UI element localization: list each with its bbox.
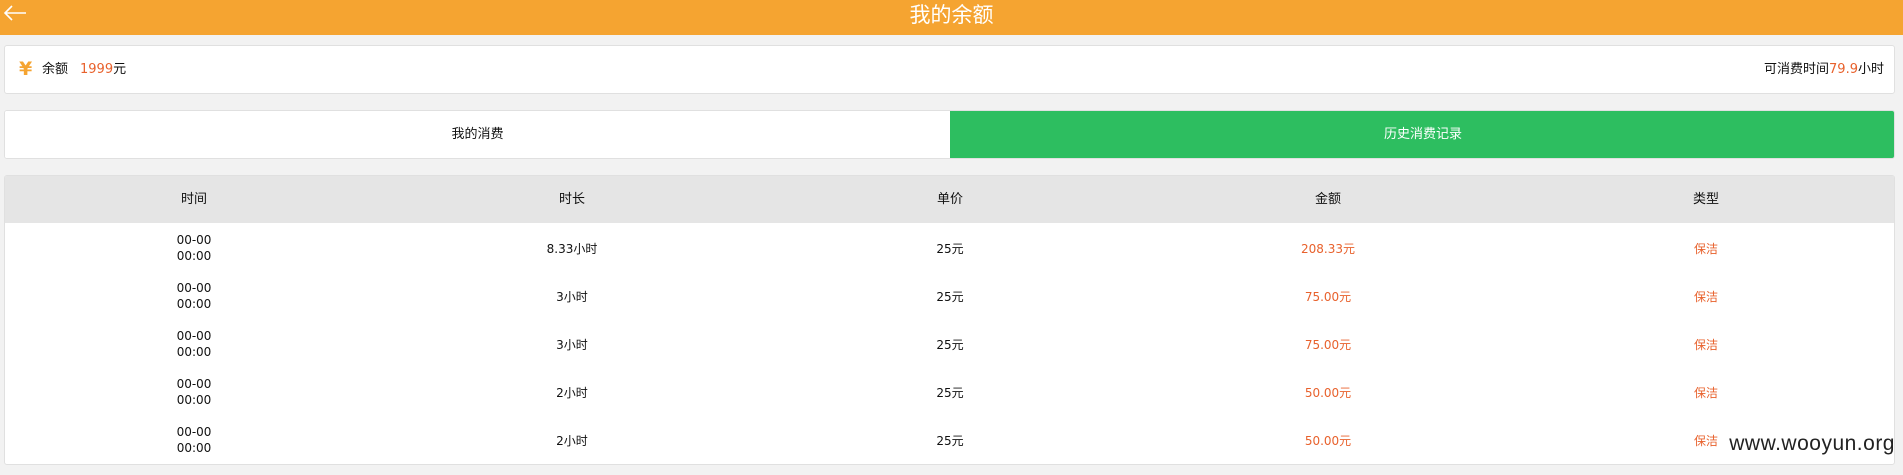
table-row: 00-00 00:00 2小时 25元 50.00元 保洁: [5, 368, 1894, 416]
balance-unit: 元: [113, 62, 127, 77]
balance-summary: 余额 1999元: [42, 61, 126, 79]
row-date: 00-00: [176, 377, 212, 391]
balance-card: ¥ 余额 1999元 可消费时间79.9小时: [4, 45, 1895, 94]
row-time: 00-00 00:00: [5, 320, 383, 368]
row-price: 25元: [936, 433, 964, 448]
row-amount: 75.00元: [1304, 289, 1352, 304]
row-clock: 00:00: [176, 345, 212, 359]
table-row: 00-00 00:00 2小时 25元 50.00元 保洁: [5, 416, 1894, 464]
row-date: 00-00: [176, 281, 212, 295]
header-duration: 时长: [558, 192, 585, 207]
available-time: 可消费时间79.9小时: [1764, 61, 1884, 79]
balance-label: 余额: [42, 62, 69, 77]
row-duration: 3小时: [556, 289, 588, 304]
row-price: 25元: [936, 385, 964, 400]
row-duration: 8.33小时: [546, 241, 598, 256]
row-clock: 00:00: [176, 393, 212, 407]
row-time: 00-00 00:00: [5, 416, 383, 464]
row-type: 保洁: [1693, 289, 1718, 304]
row-type: 保洁: [1693, 337, 1718, 352]
header-bar: 我的余额: [0, 0, 1903, 35]
yen-icon: ¥: [19, 58, 33, 80]
row-clock: 00:00: [176, 249, 212, 263]
row-date: 00-00: [176, 425, 212, 439]
tab-history-records[interactable]: 历史消费记录: [950, 111, 1894, 158]
row-amount: 50.00元: [1304, 385, 1352, 400]
row-price: 25元: [936, 241, 964, 256]
row-type: 保洁: [1693, 241, 1718, 256]
row-amount: 208.33元: [1301, 241, 1355, 256]
row-clock: 00:00: [176, 441, 212, 455]
page-title: 我的余额: [909, 3, 994, 27]
row-duration: 3小时: [556, 337, 588, 352]
header-type: 类型: [1692, 192, 1719, 207]
tab-bar: 我的消费 历史消费记录: [4, 110, 1895, 159]
available-time-value: 79.9: [1829, 62, 1858, 77]
row-duration: 2小时: [556, 385, 588, 400]
table-row: 00-00 00:00 3小时 25元 75.00元 保洁: [5, 320, 1894, 368]
table-row: 00-00 00:00 8.33小时 25元 208.33元 保洁: [5, 224, 1894, 272]
row-date: 00-00: [176, 329, 212, 343]
table-header: 时间 时长 单价 金额 类型: [5, 176, 1894, 223]
consumption-table: 时间 时长 单价 金额 类型 00-00 00:00 8.33小时 25元 208…: [4, 175, 1895, 465]
available-time-unit: 小时: [1857, 62, 1884, 77]
table-row: 00-00 00:00 3小时 25元 75.00元 保洁: [5, 272, 1894, 320]
row-price: 25元: [936, 337, 964, 352]
row-amount: 75.00元: [1304, 337, 1352, 352]
row-type: 保洁: [1693, 385, 1718, 400]
watermark: www.wooyun.org: [1729, 432, 1895, 455]
row-time: 00-00 00:00: [5, 224, 383, 272]
row-date: 00-00: [176, 233, 212, 247]
row-duration: 2小时: [556, 433, 588, 448]
row-price: 25元: [936, 289, 964, 304]
row-time: 00-00 00:00: [5, 272, 383, 320]
row-clock: 00:00: [176, 297, 212, 311]
row-amount: 50.00元: [1304, 433, 1352, 448]
row-time: 00-00 00:00: [5, 368, 383, 416]
header-unit-price: 单价: [936, 192, 963, 207]
header-amount: 金额: [1314, 192, 1341, 207]
tab-my-consumption[interactable]: 我的消费: [5, 111, 950, 158]
balance-amount: 1999: [80, 62, 114, 77]
available-time-label: 可消费时间: [1764, 62, 1830, 77]
header-time: 时间: [180, 192, 207, 207]
